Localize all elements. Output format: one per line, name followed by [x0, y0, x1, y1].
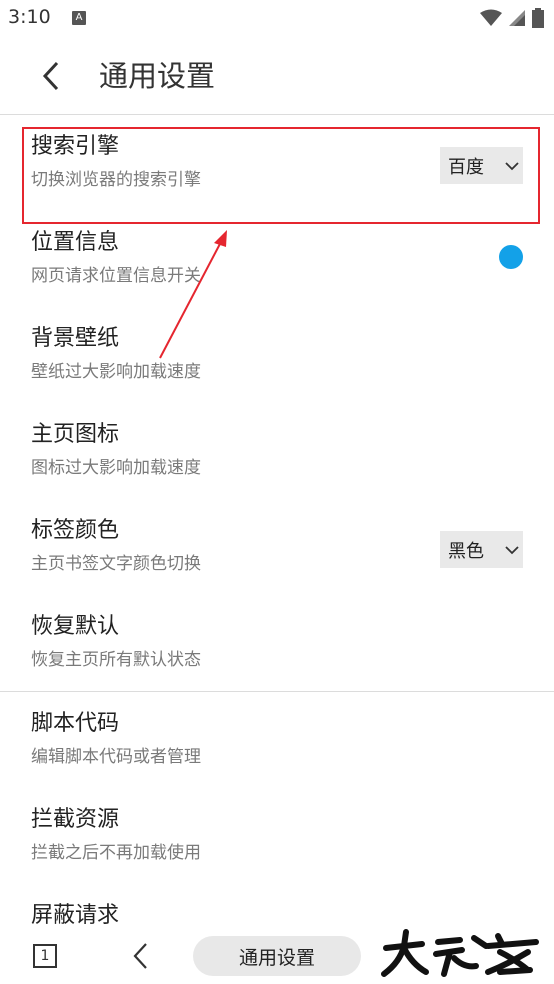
notification-app-icon: A — [72, 11, 86, 25]
setting-home-icon[interactable]: 主页图标 图标过大影响加载速度 — [0, 403, 554, 499]
status-time: 3:10 — [8, 6, 51, 28]
signal-icon — [509, 10, 525, 26]
setting-title: 标签颜色 — [31, 518, 120, 543]
select-value: 百度 — [448, 156, 484, 178]
nav-back-button[interactable] — [128, 940, 152, 972]
select-value: 黑色 — [448, 540, 484, 562]
wifi-icon — [480, 9, 502, 26]
location-toggle[interactable] — [499, 245, 523, 269]
setting-description: 壁纸过大影响加载速度 — [31, 362, 201, 382]
setting-description: 网页请求位置信息开关 — [31, 266, 201, 286]
setting-description: 切换浏览器的搜索引擎 — [31, 170, 201, 190]
setting-label-color[interactable]: 标签颜色 主页书签文字颜色切换 黑色 — [0, 499, 554, 595]
setting-title: 背景壁纸 — [31, 326, 120, 351]
bottom-navigation-bar: 1 通用设置 — [0, 928, 554, 984]
back-button[interactable] — [34, 56, 68, 96]
watermark-logo — [381, 929, 539, 977]
setting-script-code[interactable]: 脚本代码 编辑脚本代码或者管理 — [0, 692, 554, 788]
status-icons — [480, 8, 544, 28]
chevron-left-icon — [133, 943, 147, 969]
chevron-down-icon — [501, 155, 523, 177]
tabs-button[interactable]: 1 — [33, 944, 57, 968]
setting-description: 编辑脚本代码或者管理 — [31, 747, 201, 767]
chevron-left-icon — [42, 61, 59, 91]
setting-title: 拦截资源 — [31, 807, 120, 832]
current-page-pill[interactable]: 通用设置 — [193, 936, 361, 976]
setting-description: 图标过大影响加载速度 — [31, 458, 201, 478]
setting-title: 主页图标 — [31, 422, 120, 447]
settings-list: 搜索引擎 切换浏览器的搜索引擎 百度 位置信息 网页请求位置信息开关 背景壁纸 … — [0, 115, 554, 691]
setting-block-resources[interactable]: 拦截资源 拦截之后不再加载使用 — [0, 788, 554, 884]
chevron-down-icon — [501, 539, 523, 561]
setting-title: 搜索引擎 — [31, 134, 120, 159]
setting-search-engine[interactable]: 搜索引擎 切换浏览器的搜索引擎 百度 — [0, 115, 554, 211]
status-bar: 3:10 A — [0, 0, 554, 38]
label-color-select[interactable]: 黑色 — [440, 531, 523, 568]
app-header: 通用设置 — [0, 38, 554, 115]
setting-description: 主页书签文字颜色切换 — [31, 554, 201, 574]
battery-icon — [532, 8, 544, 28]
setting-description: 拦截之后不再加载使用 — [31, 843, 201, 863]
settings-screen: 3:10 A 通用设置 搜索引擎 切换浏览器的搜索引擎 百度 位置信息 网页请求… — [0, 0, 554, 984]
setting-title: 脚本代码 — [31, 711, 120, 736]
setting-title: 恢复默认 — [31, 614, 120, 639]
page-title: 通用设置 — [99, 59, 216, 93]
setting-restore-default[interactable]: 恢复默认 恢复主页所有默认状态 — [0, 595, 554, 691]
setting-background-wallpaper[interactable]: 背景壁纸 壁纸过大影响加载速度 — [0, 307, 554, 403]
setting-title: 位置信息 — [31, 230, 120, 255]
setting-location[interactable]: 位置信息 网页请求位置信息开关 — [0, 211, 554, 307]
search-engine-select[interactable]: 百度 — [440, 147, 523, 184]
setting-description: 恢复主页所有默认状态 — [31, 650, 201, 670]
